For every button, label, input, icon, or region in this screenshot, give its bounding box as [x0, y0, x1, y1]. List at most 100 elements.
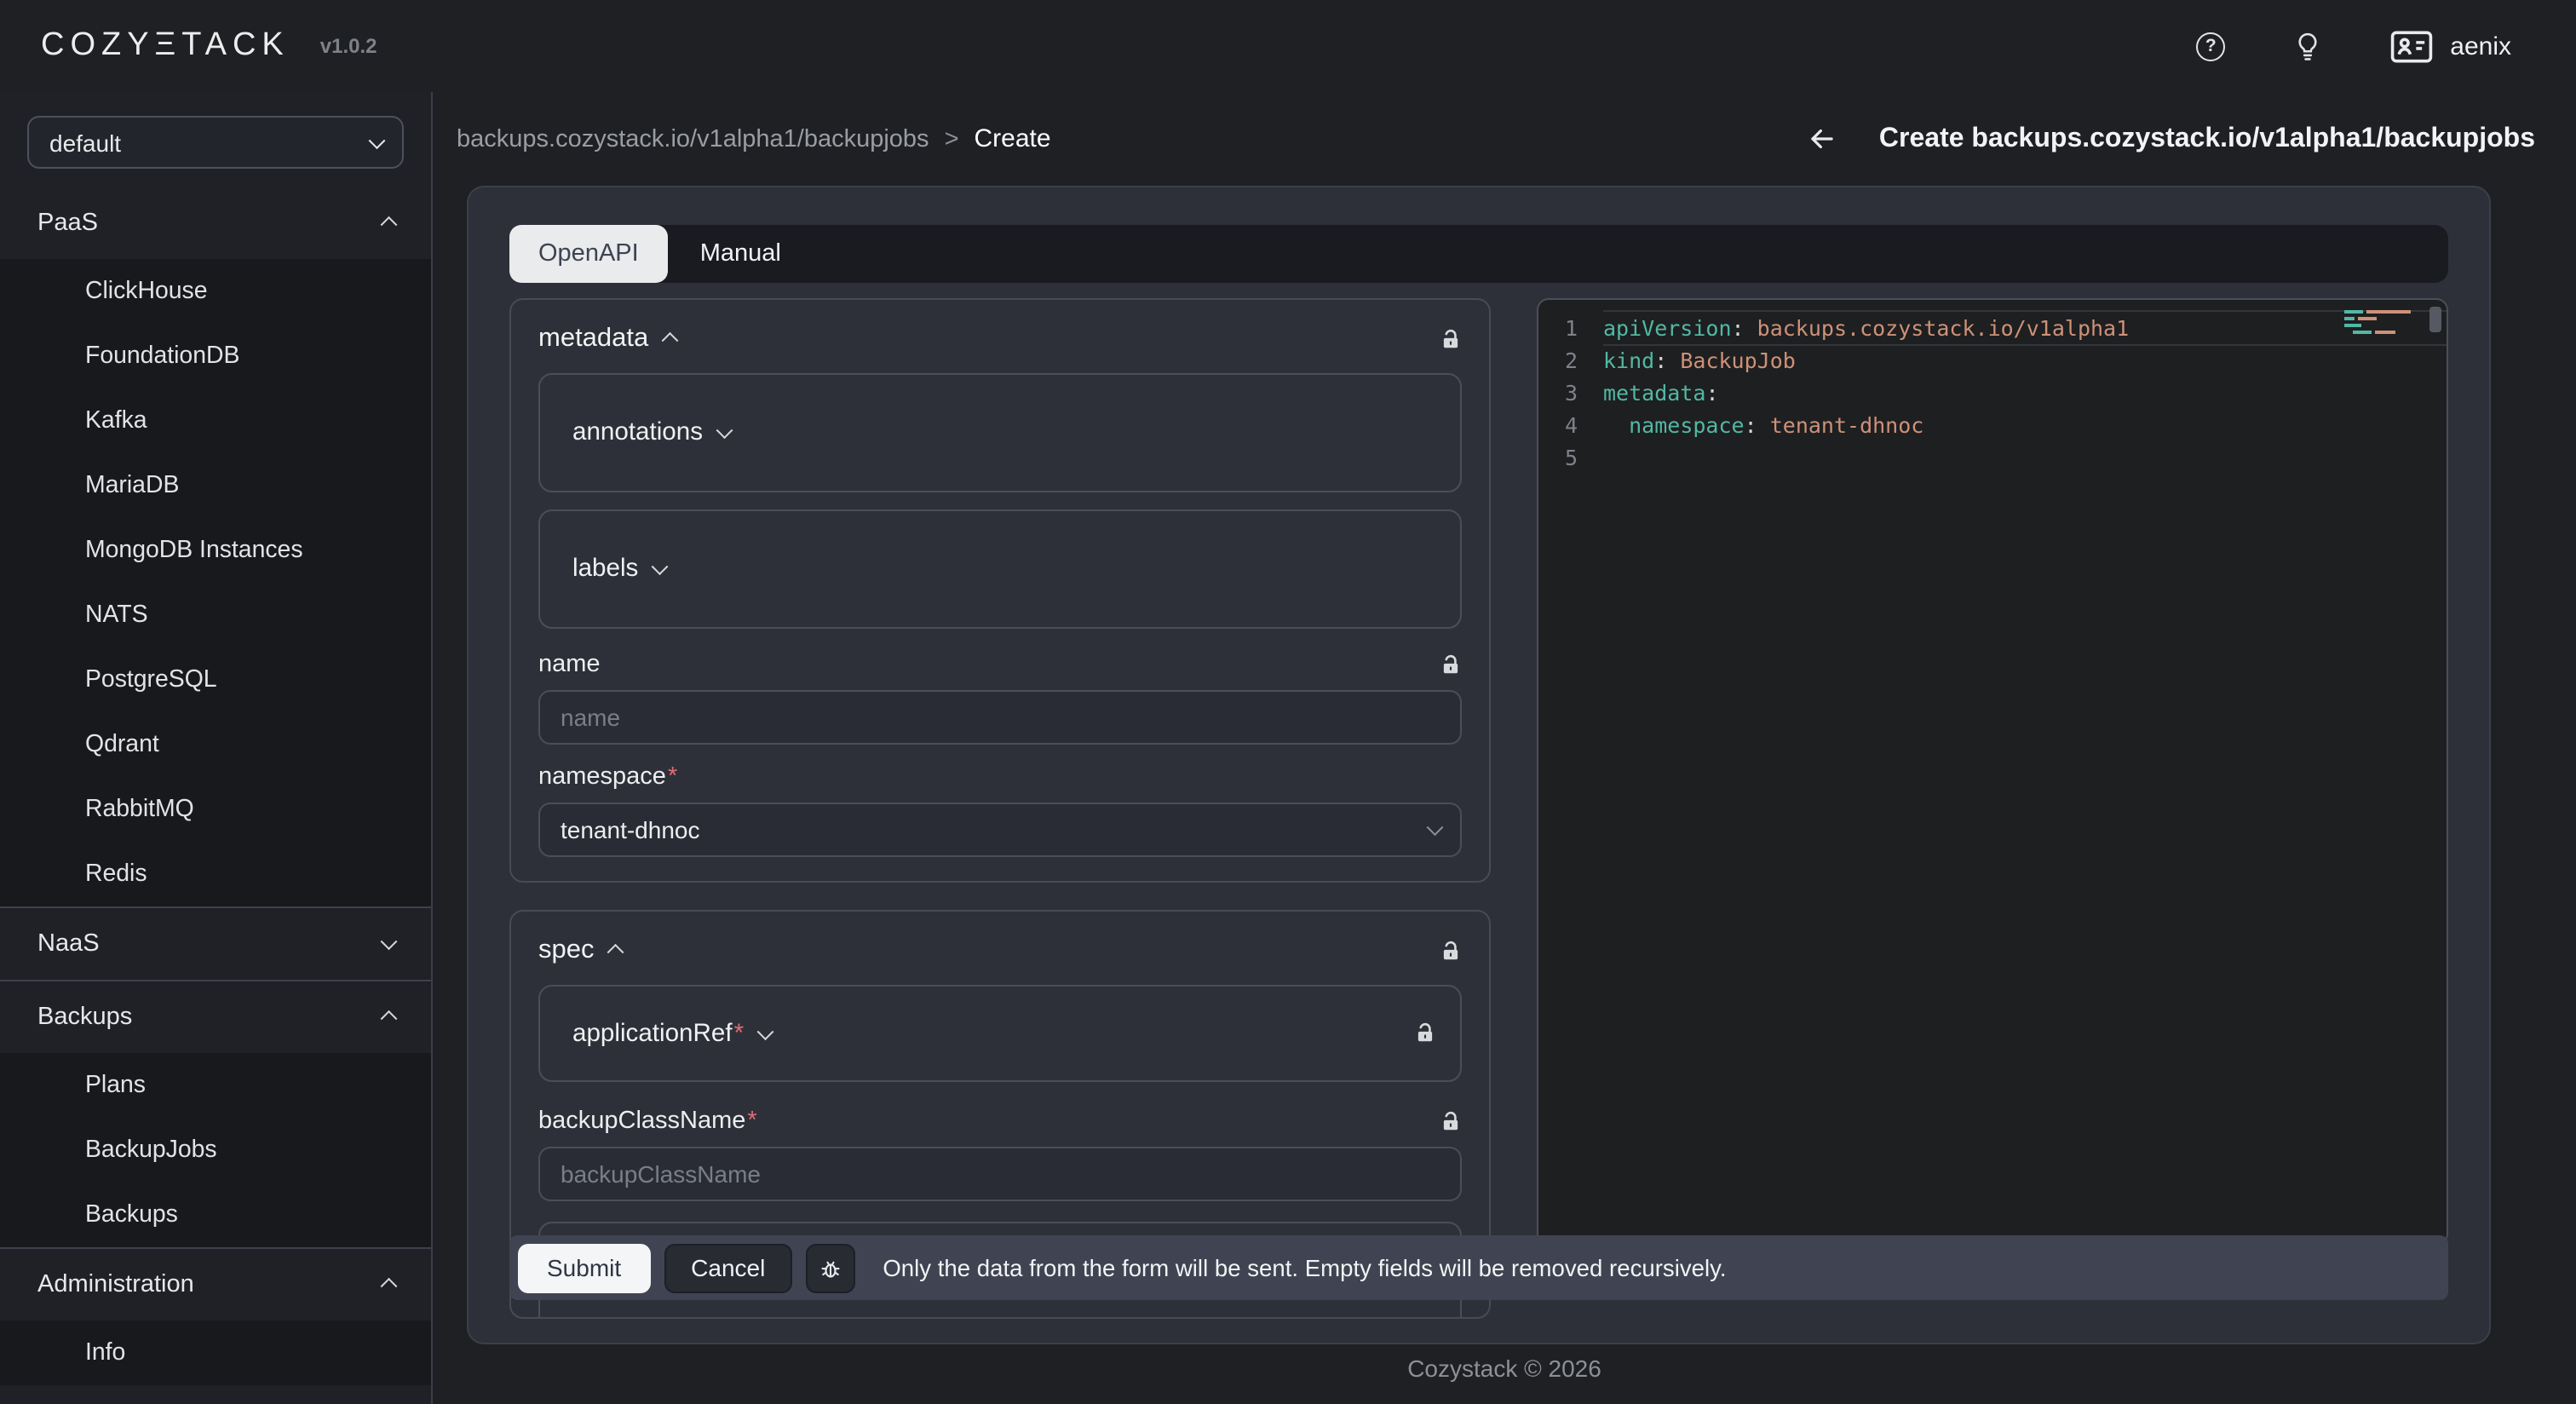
- breadcrumb-resource-link[interactable]: backups.cozystack.io/v1alpha1/backupjobs: [457, 125, 929, 152]
- metadata-collapse-toggle[interactable]: metadata: [538, 324, 675, 354]
- submit-note: Only the data from the form will be sent…: [883, 1255, 1726, 1280]
- name-input[interactable]: [538, 690, 1462, 745]
- breadcrumb-current: Create: [975, 124, 1051, 153]
- applicationref-group[interactable]: applicationRef*: [538, 985, 1462, 1082]
- panel-body: metadata: [509, 298, 2448, 1344]
- unlock-icon[interactable]: [1414, 1022, 1436, 1044]
- section-label: NaaS: [37, 930, 100, 958]
- item-label: BackupJobs: [85, 1136, 217, 1164]
- unlock-icon[interactable]: [1440, 653, 1462, 676]
- sidebar-item-backupjobs[interactable]: BackupJobs: [0, 1118, 431, 1182]
- name-label: name: [538, 651, 601, 678]
- chevron-down-icon: [756, 1023, 772, 1039]
- app-version: v1.0.2: [320, 34, 377, 58]
- code-line: [1603, 441, 2447, 474]
- line-number: 2: [1538, 344, 1603, 377]
- sidebar-item-postgresql[interactable]: PostgreSQL: [0, 647, 431, 712]
- sidebar-submenu-backups: Plans BackupJobs Backups: [0, 1053, 431, 1247]
- sidebar-item-redis[interactable]: Redis: [0, 842, 431, 906]
- backupclassname-label-row: backupClassName*: [538, 1106, 1462, 1136]
- sidebar-section-administration[interactable]: Administration: [0, 1249, 431, 1321]
- labels-group[interactable]: labels: [538, 509, 1462, 629]
- sidebar-section-backups[interactable]: Backups: [0, 981, 431, 1053]
- bug-icon: [818, 1255, 843, 1280]
- back-button[interactable]: [1806, 123, 1838, 155]
- item-label: ClickHouse: [85, 278, 208, 305]
- sidebar-item-info[interactable]: Info: [0, 1321, 431, 1385]
- required-marker: *: [734, 1020, 745, 1047]
- unlock-icon[interactable]: [1440, 328, 1462, 350]
- content-area: backups.cozystack.io/v1alpha1/backupjobs…: [433, 92, 2576, 1404]
- sidebar-item-foundationdb[interactable]: FoundationDB: [0, 324, 431, 388]
- section-label: Backups: [37, 1004, 132, 1031]
- code-line: metadata:: [1603, 377, 2447, 409]
- group-label: labels: [572, 555, 638, 583]
- chevron-up-icon: [380, 218, 395, 233]
- annotations-group[interactable]: annotations: [538, 373, 1462, 492]
- namespace-label-row: namespace*: [538, 762, 1462, 792]
- page-title: Create backups.cozystack.io/v1alpha1/bac…: [1879, 124, 2535, 154]
- sidebar-submenu-administration: Info: [0, 1321, 431, 1385]
- annotations-toggle: annotations: [572, 419, 729, 446]
- sidebar-item-clickhouse[interactable]: ClickHouse: [0, 259, 431, 324]
- sidebar-item-mariadb[interactable]: MariaDB: [0, 453, 431, 518]
- required-marker: *: [668, 763, 677, 791]
- backupclassname-input[interactable]: [538, 1147, 1462, 1201]
- sidebar-item-mongodb-instances[interactable]: MongoDB Instances: [0, 518, 431, 583]
- sidebar-item-qdrant[interactable]: Qdrant: [0, 712, 431, 777]
- form-column: metadata: [509, 298, 1491, 1344]
- sidebar-section-paas[interactable]: PaaS: [0, 187, 431, 259]
- unlock-icon[interactable]: [1440, 940, 1462, 962]
- editor-line: 2 kind: BackupJob: [1538, 344, 2447, 377]
- tenant-select-value: default: [49, 129, 121, 156]
- chevron-down-icon: [1426, 820, 1441, 835]
- line-number: 1: [1538, 312, 1603, 344]
- editor-scrollbar-thumb[interactable]: [2429, 307, 2441, 332]
- tab-manual[interactable]: Manual: [668, 225, 814, 283]
- sidebar-item-backups[interactable]: Backups: [0, 1182, 431, 1247]
- editor-line: 4 namespace: tenant-dhnoc: [1538, 409, 2447, 441]
- yaml-editor[interactable]: 1 apiVersion: backups.cozystack.io/v1alp…: [1537, 298, 2448, 1246]
- user-menu[interactable]: aenix: [2390, 30, 2511, 62]
- item-label: MongoDB Instances: [85, 537, 303, 564]
- code-line: namespace: tenant-dhnoc: [1603, 409, 2447, 441]
- spec-collapse-toggle[interactable]: spec: [538, 935, 621, 966]
- submit-button[interactable]: Submit: [518, 1243, 650, 1292]
- sidebar-item-nats[interactable]: NATS: [0, 583, 431, 647]
- namespace-label: namespace*: [538, 763, 677, 791]
- sidebar-submenu-paas: ClickHouse FoundationDB Kafka MariaDB Mo…: [0, 259, 431, 906]
- namespace-select[interactable]: tenant-dhnoc: [538, 803, 1462, 857]
- arrow-left-icon: [1806, 123, 1838, 155]
- editor-line: 3 metadata:: [1538, 377, 2447, 409]
- tenant-select[interactable]: default: [27, 116, 404, 169]
- editor-column: 1 apiVersion: backups.cozystack.io/v1alp…: [1537, 298, 2448, 1344]
- chevron-up-icon: [607, 946, 623, 961]
- chevron-down-icon: [368, 132, 383, 147]
- page-title-wrap: Create backups.cozystack.io/v1alpha1/bac…: [1806, 106, 2535, 173]
- sidebar-item-plans[interactable]: Plans: [0, 1053, 431, 1118]
- item-label: Backups: [85, 1201, 178, 1228]
- chevron-down-icon: [380, 934, 395, 949]
- help-button[interactable]: ?: [2196, 32, 2225, 60]
- namespace-select-value: tenant-dhnoc: [561, 816, 699, 843]
- card-title-label: spec: [538, 935, 595, 966]
- sidebar-section-naas[interactable]: NaaS: [0, 908, 431, 980]
- editor-minimap[interactable]: [2344, 310, 2423, 337]
- labels-toggle: labels: [572, 555, 664, 583]
- main-row: default PaaS ClickHouse FoundationDB Kaf…: [0, 92, 2576, 1404]
- unlock-icon[interactable]: [1440, 1110, 1462, 1132]
- cancel-button[interactable]: Cancel: [664, 1243, 792, 1292]
- tab-openapi[interactable]: OpenAPI: [509, 225, 668, 283]
- question-circle-icon: ?: [2196, 32, 2225, 60]
- sidebar-item-kafka[interactable]: Kafka: [0, 388, 431, 453]
- metadata-title-row: metadata: [538, 322, 1462, 356]
- sidebar-item-rabbitmq[interactable]: RabbitMQ: [0, 777, 431, 842]
- breadcrumb: backups.cozystack.io/v1alpha1/backupjobs…: [457, 124, 1051, 153]
- debug-button[interactable]: [806, 1243, 855, 1292]
- editor-line: 1 apiVersion: backups.cozystack.io/v1alp…: [1538, 312, 2447, 344]
- theme-toggle-button[interactable]: [2293, 30, 2322, 62]
- item-label: Info: [85, 1339, 125, 1367]
- username: aenix: [2450, 32, 2511, 60]
- light-bulb-icon: [2293, 30, 2322, 62]
- code-line: apiVersion: backups.cozystack.io/v1alpha…: [1603, 312, 2447, 344]
